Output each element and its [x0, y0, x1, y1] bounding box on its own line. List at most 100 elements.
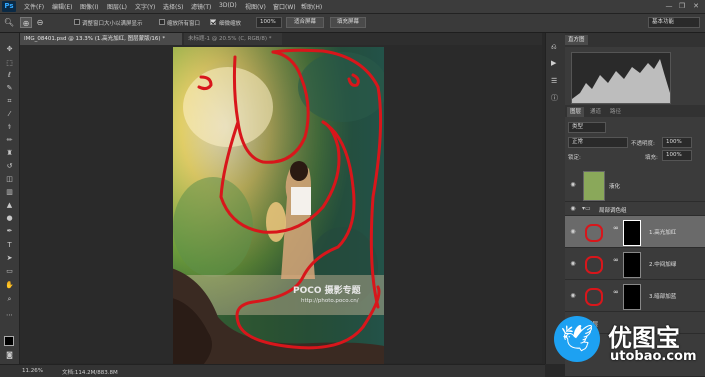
mask-link-icon: ∞ — [613, 288, 619, 296]
foreground-color-swatch[interactable] — [4, 336, 14, 346]
lasso-icon[interactable]: ℓ — [3, 71, 16, 80]
layer-row-midtones[interactable]: ◉ ∞ 2.中间加绿 — [565, 248, 705, 280]
fill-screen-button[interactable]: 填充屏幕 — [330, 17, 366, 28]
layer-mask-thumbnail — [623, 284, 641, 310]
visibility-eye-icon[interactable]: ◉ — [569, 293, 577, 299]
healing-icon[interactable]: ⚕ — [3, 123, 16, 132]
zoom-value-field[interactable]: 100% — [256, 17, 282, 28]
move-icon[interactable]: ✥ — [3, 45, 16, 54]
menu-layer[interactable]: 图层(L) — [107, 2, 127, 11]
scrubby-zoom-label: 细微缩放 — [219, 21, 242, 27]
document-tabs: IMG_08401.psd @ 13.3% (1.高光加红, 图层蒙版/16) … — [20, 33, 542, 45]
quick-select-icon[interactable]: ✎ — [3, 84, 16, 93]
properties-panel-icon[interactable]: ☰ — [551, 77, 557, 85]
tab-histogram[interactable]: 直方图 — [565, 35, 588, 45]
visibility-eye-icon[interactable]: ◉ — [569, 229, 577, 235]
bird-logo-icon: 🕊︎ — [554, 316, 600, 362]
status-zoom[interactable]: 11.26% — [22, 368, 43, 374]
folder-icon: ▾▭ — [582, 205, 591, 212]
layer-row-highlights[interactable]: ◉ ∞ 1.高光加红 — [565, 216, 705, 248]
menu-help[interactable]: 帮助(H) — [301, 2, 322, 11]
layer-name[interactable]: 2.中间加绿 — [649, 260, 676, 268]
zoom-icon[interactable]: ⌕ — [3, 295, 16, 304]
layer-row-group[interactable]: ◉ ▾▭ 局部调色组 — [565, 202, 705, 216]
eraser-icon[interactable]: ◫ — [3, 175, 16, 184]
dodge-icon[interactable]: ● — [3, 214, 16, 223]
scrubby-zoom-checkbox[interactable] — [210, 19, 216, 25]
fit-screen-button[interactable]: 适合屏幕 — [286, 17, 324, 28]
tab-untitled-1[interactable]: 未标题-1 @ 20.5% (C, RGB/8) * — [184, 33, 282, 45]
fill-label: 填充: — [645, 155, 658, 161]
layer-mask-thumbnail — [623, 220, 641, 246]
layer-name[interactable]: 1.高光加红 — [649, 228, 676, 236]
shape-icon[interactable]: ▭ — [3, 267, 16, 276]
adjustment-icon — [585, 288, 603, 306]
visibility-eye-icon[interactable]: ◉ — [569, 182, 577, 188]
fill-field[interactable]: 100% — [662, 150, 692, 161]
layer-row-liquify[interactable]: ◉ 液化 — [565, 168, 705, 202]
minimize-button[interactable]: — — [664, 2, 674, 10]
quick-mask-icon[interactable]: ◙ — [3, 351, 16, 360]
menu-select[interactable]: 选择(S) — [163, 2, 184, 11]
opacity-field[interactable]: 100% — [662, 137, 692, 148]
menu-image[interactable]: 图像(I) — [80, 2, 98, 11]
utobao-watermark: 🕊︎ 优图宝 utobao.com — [548, 312, 703, 374]
tab-img-08401[interactable]: IMG_08401.psd @ 13.3% (1.高光加红, 图层蒙版/16) … — [20, 33, 182, 45]
history-brush-icon[interactable]: ↺ — [3, 162, 16, 171]
layer-name[interactable]: 局部调色组 — [599, 206, 627, 214]
brush-icon[interactable]: ✏ — [3, 136, 16, 145]
zoom-all-label: 缩放所有窗口 — [167, 21, 201, 27]
layer-thumbnail — [583, 171, 605, 201]
options-bar: 🔍︎ ⊕ ⊖ 调整窗口大小以满屏显示 缩放所有窗口 细微缩放 100% 适合屏幕… — [0, 14, 705, 33]
path-select-icon[interactable]: ➤ — [3, 254, 16, 263]
tab-channels[interactable]: 通道 — [587, 107, 604, 117]
close-button[interactable]: ✕ — [691, 2, 701, 10]
menu-window[interactable]: 窗口(W) — [273, 2, 296, 11]
tab-paths[interactable]: 路径 — [607, 107, 624, 117]
histogram-panel-header: 直方图 — [565, 33, 705, 47]
adjustment-icon — [585, 224, 603, 242]
layer-name[interactable]: 3.暗部加蓝 — [649, 292, 676, 300]
menu-file[interactable]: 文件(F) — [24, 2, 44, 11]
zoom-in-icon[interactable]: ⊕ — [20, 17, 32, 28]
crop-icon[interactable]: ⌗ — [3, 97, 16, 106]
visibility-eye-icon[interactable]: ◉ — [569, 261, 577, 267]
blur-icon[interactable]: ▲ — [3, 201, 16, 210]
gradient-icon[interactable]: ▥ — [3, 188, 16, 197]
zoom-tool-icon: 🔍︎ — [3, 18, 15, 27]
more-tools-icon[interactable]: ⋯ — [3, 311, 16, 320]
zoom-out-icon[interactable]: ⊖ — [34, 17, 46, 28]
menu-view[interactable]: 视图(V) — [245, 2, 266, 11]
pen-icon[interactable]: ✒ — [3, 227, 16, 236]
menu-edit[interactable]: 编辑(E) — [52, 2, 72, 11]
mask-link-icon: ∞ — [613, 224, 619, 232]
hand-icon[interactable]: ✋ — [3, 281, 16, 290]
document-image[interactable]: POCO 摄影专题 http://photo.poco.cn/ — [173, 47, 384, 365]
histogram-plot — [572, 59, 670, 103]
resize-windows-checkbox[interactable] — [74, 19, 80, 25]
status-bar: 11.26% 文档:114.2M/883.8M — [0, 364, 545, 377]
watermark-url: http://photo.poco.cn/ — [301, 298, 359, 304]
marquee-icon[interactable]: ⬚ — [3, 59, 16, 68]
menu-type[interactable]: 文字(Y) — [135, 2, 155, 11]
stamp-icon[interactable]: ♜ — [3, 149, 16, 158]
actions-panel-icon[interactable]: ▶ — [551, 59, 556, 67]
tab-layers[interactable]: 图层 — [567, 107, 585, 117]
histogram-graph — [571, 52, 671, 104]
zoom-all-checkbox[interactable] — [159, 19, 165, 25]
adjustment-icon — [585, 256, 603, 274]
blend-mode-dropdown[interactable]: 正常 — [568, 137, 628, 148]
visibility-eye-icon[interactable]: ◉ — [569, 206, 577, 212]
info-panel-icon[interactable]: ⓘ — [551, 93, 558, 103]
eyedropper-icon[interactable]: ⁄ — [3, 110, 16, 119]
workspace-dropdown[interactable]: 基本功能 — [648, 17, 700, 28]
restore-button[interactable]: ❐ — [677, 2, 687, 10]
layer-name[interactable]: 液化 — [609, 182, 620, 190]
lock-label: 锁定: — [568, 155, 581, 161]
menu-3d[interactable]: 3D(D) — [219, 2, 237, 9]
type-icon[interactable]: T — [3, 241, 16, 250]
menu-filter[interactable]: 滤镜(T) — [191, 2, 211, 11]
layer-row-shadows[interactable]: ◉ ∞ 3.暗部加蓝 — [565, 280, 705, 312]
history-panel-icon[interactable]: ⎌ — [551, 43, 557, 52]
layer-filter-dropdown[interactable]: 类型 — [568, 122, 606, 133]
